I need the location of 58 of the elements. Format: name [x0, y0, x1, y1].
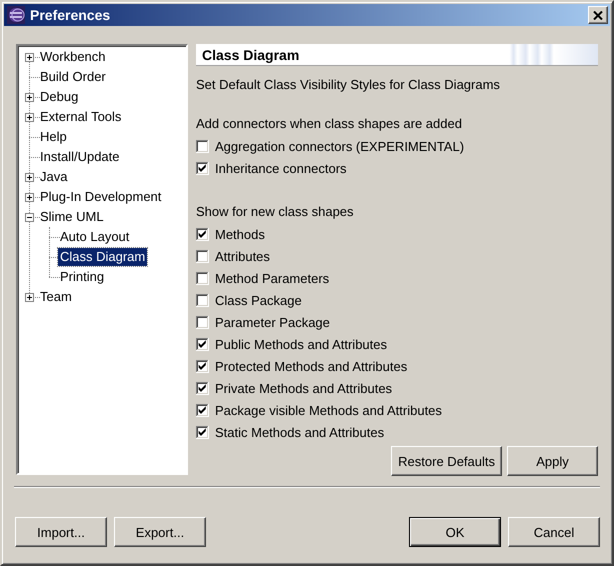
tree-item[interactable]: Auto Layout: [58, 228, 132, 246]
checkbox[interactable]: [196, 140, 209, 152]
checkbox-label[interactable]: Method Parameters: [215, 270, 330, 286]
tree-item[interactable]: Build Order: [38, 68, 108, 86]
tree-item[interactable]: Plug-In Development: [38, 188, 164, 206]
checkbox-label[interactable]: Static Methods and Attributes: [215, 424, 384, 440]
window-title: Preferences: [30, 7, 112, 23]
checkbox[interactable]: [196, 272, 209, 284]
close-icon: [593, 10, 603, 20]
group-label: Show for new class shapes: [196, 203, 355, 221]
checkbox[interactable]: [196, 316, 209, 328]
expand-icon[interactable]: [25, 173, 34, 182]
checkbox[interactable]: [196, 360, 209, 372]
close-button[interactable]: [588, 6, 608, 24]
sphere-icon: [7, 6, 25, 24]
tree-item[interactable]: Debug: [38, 88, 80, 106]
page-title: Class Diagram: [196, 44, 598, 66]
checkbox[interactable]: [196, 162, 209, 174]
tree-item[interactable]: Workbench: [38, 48, 108, 66]
checkbox-label[interactable]: Attributes: [215, 248, 270, 264]
tree-item[interactable]: Help: [38, 128, 69, 146]
checkbox-label[interactable]: Inheritance connectors: [215, 160, 347, 176]
apply-button[interactable]: Apply: [507, 446, 598, 476]
tree-item[interactable]: Class Diagram: [58, 248, 148, 266]
ok-button[interactable]: OK: [409, 517, 501, 547]
checkbox-label[interactable]: Protected Methods and Attributes: [215, 358, 408, 374]
checkbox-label[interactable]: Public Methods and Attributes: [215, 336, 387, 352]
checkbox[interactable]: [196, 250, 209, 262]
checkbox[interactable]: [196, 294, 209, 306]
checkbox[interactable]: [196, 404, 209, 416]
checkbox[interactable]: [196, 382, 209, 394]
checkbox-label[interactable]: Package visible Methods and Attributes: [215, 402, 442, 418]
expand-icon[interactable]: [25, 93, 34, 102]
expand-icon[interactable]: [25, 293, 34, 302]
restore-defaults-button[interactable]: Restore Defaults: [391, 446, 502, 476]
export-button[interactable]: Export...: [114, 517, 206, 547]
checkbox-label[interactable]: Aggregation connectors (EXPERIMENTAL): [215, 138, 464, 154]
tree-item[interactable]: Slime UML: [38, 208, 106, 226]
checkbox-label[interactable]: Private Methods and Attributes: [215, 380, 392, 396]
expand-icon[interactable]: [25, 193, 34, 202]
checkbox[interactable]: [196, 426, 209, 438]
checkbox-label[interactable]: Methods: [215, 226, 265, 242]
expand-icon[interactable]: [25, 53, 34, 62]
tree-item[interactable]: Team: [38, 288, 74, 306]
checkbox-label[interactable]: Class Package: [215, 292, 302, 308]
tree-item[interactable]: Java: [38, 168, 70, 186]
tree-item[interactable]: External Tools: [38, 108, 124, 126]
cancel-button[interactable]: Cancel: [508, 517, 600, 547]
page-description: Set Default Class Visibility Styles for Class Diagrams: [196, 76, 501, 94]
group-label: Add connectors when class shapes are added: [196, 115, 463, 133]
checkbox[interactable]: [196, 338, 209, 350]
collapse-icon[interactable]: [25, 213, 34, 222]
tree-item[interactable]: Printing: [58, 268, 106, 286]
checkbox-label[interactable]: Parameter Package: [215, 314, 330, 330]
tree-item[interactable]: Install/Update: [38, 148, 122, 166]
checkbox[interactable]: [196, 228, 209, 240]
import-button[interactable]: Import...: [15, 517, 107, 547]
expand-icon[interactable]: [25, 113, 34, 122]
